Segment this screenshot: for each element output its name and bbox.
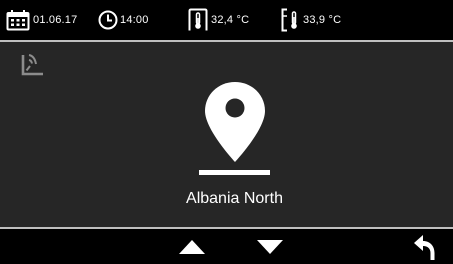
location-underline [199,170,270,175]
up-arrow-icon [178,239,206,255]
down-arrow-button[interactable] [248,229,292,264]
up-arrow-button[interactable] [170,229,214,264]
map-pin-icon [203,80,267,169]
indoor-temperature-text: 32,4 °C [211,14,250,26]
location-name: Albania North [186,190,283,207]
indoor-temperature-display: 32,4 °C [188,0,249,40]
navigation-bar [0,227,453,264]
status-bar: 01.06.17 14:00 32,4 °C 33,9 °C [0,0,453,40]
date-display: 01.06.17 [6,0,77,40]
outdoor-temperature-text: 33,9 °C [303,14,342,26]
calendar-icon [6,9,30,31]
back-button[interactable] [404,229,444,264]
time-display: 14:00 [98,0,149,40]
main-panel: Albania North [0,42,453,227]
outdoor-thermometer-icon [281,8,301,32]
outdoor-temperature-display: 33,9 °C [281,0,341,40]
date-text: 01.06.17 [33,14,78,26]
back-arrow-icon [412,233,436,261]
clock-icon [98,10,118,30]
down-arrow-icon [256,239,284,255]
weather-station-screen: 01.06.17 14:00 32,4 °C 33,9 °C Albania N… [0,0,453,264]
indoor-thermometer-icon [188,8,208,32]
antenna-signal-icon [20,52,46,83]
time-text: 14:00 [120,14,149,26]
